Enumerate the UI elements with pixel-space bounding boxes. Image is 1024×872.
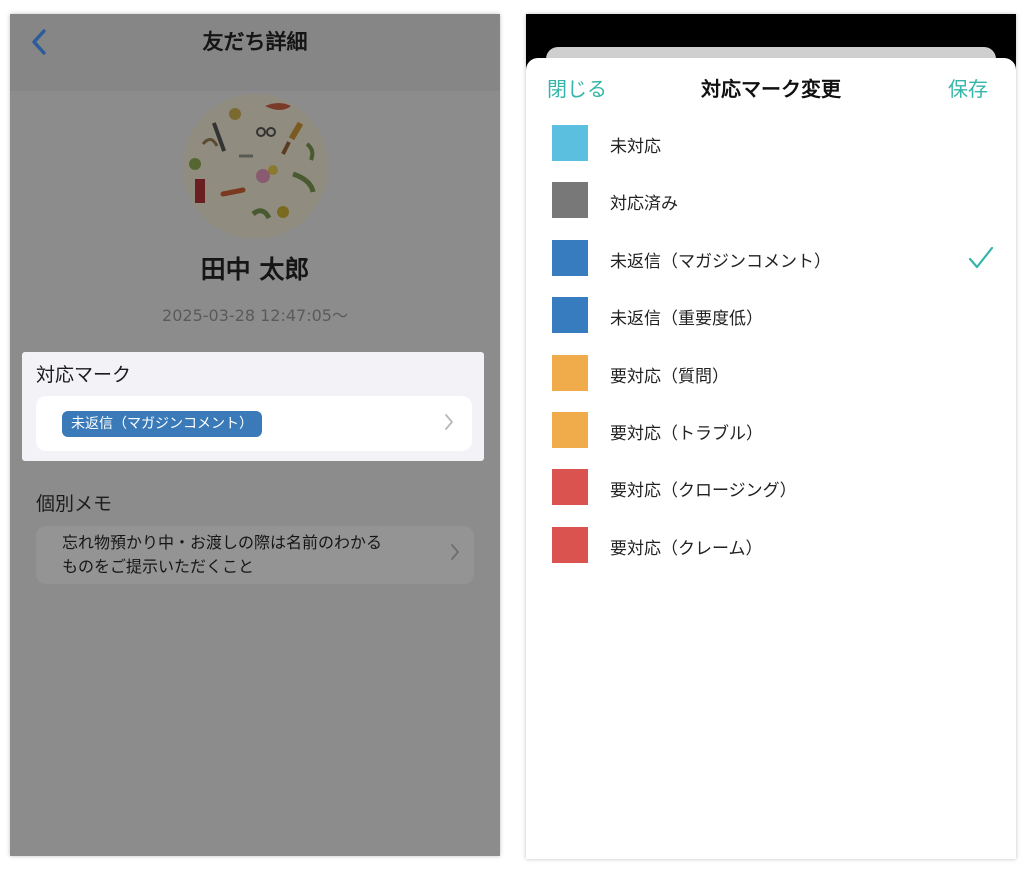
mark-option[interactable]: 未返信（重要度低）	[526, 294, 1016, 351]
follow-date: 2025-03-28 12:47:05〜	[162, 306, 348, 325]
mark-color-swatch	[552, 354, 588, 391]
close-button[interactable]: 閉じる	[547, 73, 607, 102]
mark-change-sheet: 閉じる 対応マーク変更 保存 未対応 対応済み 未返信（マガジンコメント） 未返	[526, 58, 1016, 859]
mark-color-swatch	[552, 297, 588, 334]
mark-change-screen: 閉じる 対応マーク変更 保存 未対応 対応済み 未返信（マガジンコメント） 未返	[526, 14, 1016, 859]
mark-option-label: 未返信（重要度低）	[610, 309, 763, 330]
nav-bar: 友だち詳細	[10, 14, 500, 91]
memo-text: 忘れ物預かり中・お渡しの際は名前のわかる ものをご提示いただくこと	[62, 531, 442, 579]
mark-color-swatch	[552, 411, 588, 448]
checkmark-icon	[968, 246, 994, 268]
mark-option[interactable]: 要対応（トラブル）	[526, 409, 1016, 466]
mark-color-swatch	[552, 125, 588, 161]
mark-option-label: 要対応（質問）	[610, 366, 729, 387]
memo-text-line: ものをご提示いただくこと	[62, 557, 255, 576]
mark-color-swatch	[552, 182, 588, 219]
mark-row[interactable]: 未返信（マガジンコメント）	[36, 396, 472, 451]
mark-option-label: 未返信（マガジンコメント）	[610, 251, 831, 272]
mark-option[interactable]: 未返信（マガジンコメント）	[526, 237, 1016, 294]
memo-row[interactable]: 忘れ物預かり中・お渡しの際は名前のわかる ものをご提示いただくこと	[36, 526, 474, 584]
mark-color-swatch	[552, 469, 588, 506]
avatar-illustration	[183, 94, 328, 239]
chevron-right-icon	[444, 413, 454, 436]
mark-option[interactable]: 要対応（クロージング）	[526, 466, 1016, 523]
chevron-right-icon	[450, 543, 460, 566]
mark-option[interactable]: 要対応（クレーム）	[526, 524, 1016, 581]
memo-section-label: 個別メモ	[36, 493, 113, 515]
mark-option-label: 要対応（クレーム）	[610, 538, 763, 559]
mark-option-label: 要対応（クロージング）	[610, 481, 797, 502]
mark-options-list: 未対応 対応済み 未返信（マガジンコメント） 未返信（重要度低） 要対応（質問）	[526, 122, 1016, 581]
avatar	[183, 94, 328, 239]
current-mark-badge: 未返信（マガジンコメント）	[62, 411, 262, 437]
mark-color-swatch	[552, 526, 588, 563]
page-title: 友だち詳細	[202, 30, 308, 54]
mark-option-label: 要対応（トラブル）	[610, 423, 763, 444]
mark-section: 対応マーク 未返信（マガジンコメント）	[22, 352, 484, 461]
mark-option[interactable]: 対応済み	[526, 179, 1016, 236]
mark-option-label: 未対応	[610, 137, 661, 157]
mark-option[interactable]: 要対応（質問）	[526, 352, 1016, 409]
mark-color-swatch	[552, 239, 588, 276]
mark-section-label: 対応マーク	[36, 364, 132, 386]
mark-option-label: 対応済み	[610, 194, 678, 215]
friend-detail-screen: 友だち詳細 田中 太郎 2025-03-28 12:47:05〜 対応マーク 未…	[10, 14, 500, 856]
user-name: 田中 太郎	[200, 255, 310, 284]
memo-text-line: 忘れ物預かり中・お渡しの際は名前のわかる	[62, 533, 383, 552]
save-button[interactable]: 保存	[948, 73, 988, 102]
mark-option[interactable]: 未対応	[526, 122, 1016, 179]
